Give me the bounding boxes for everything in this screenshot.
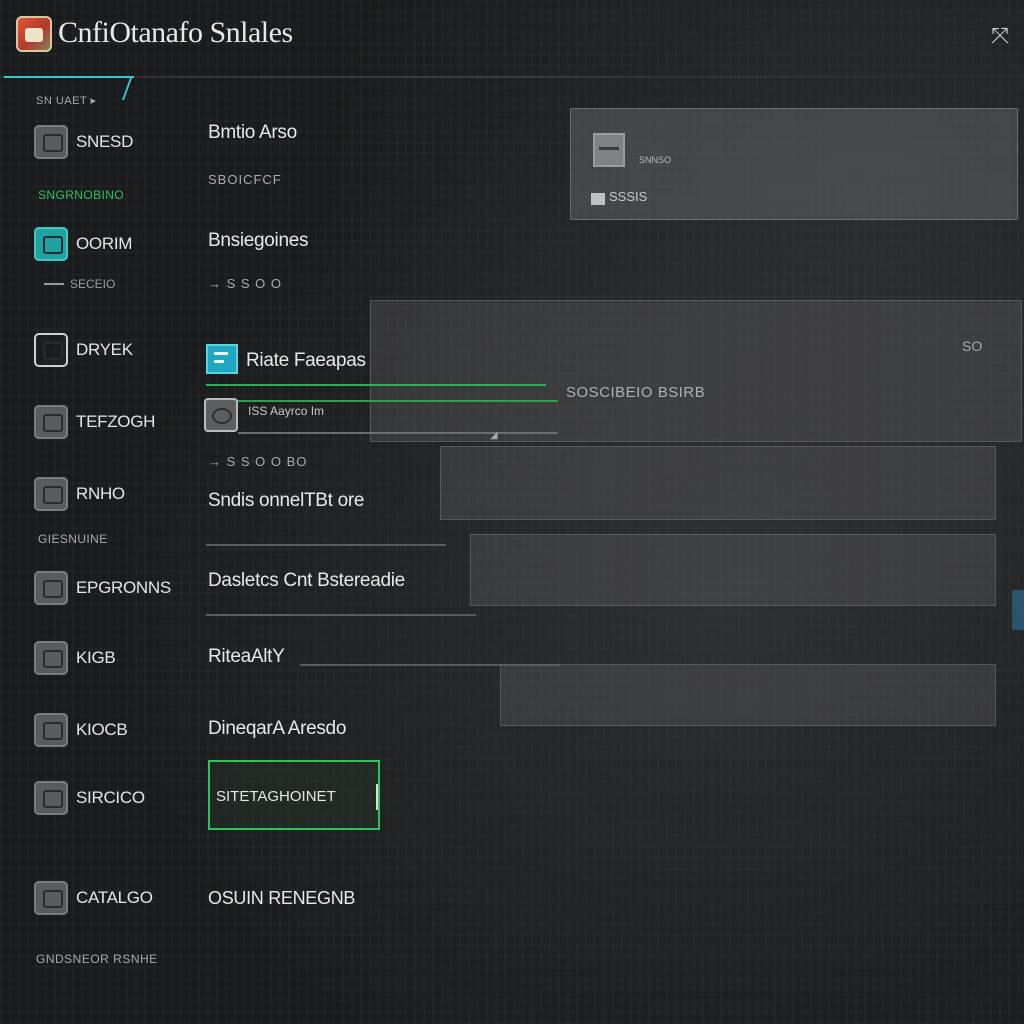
field-caret-icon: ◢ [490, 430, 498, 441]
tag-icon [34, 641, 68, 675]
background-panel [500, 664, 996, 726]
preview-card[interactable]: SNNSO SSSIS [570, 108, 1018, 220]
sidebar: SN UAET ▸ SNESD SNGRNOBINO OORIM SECEIO … [0, 80, 186, 1024]
sidebar-item-label: DRYEK [76, 340, 133, 359]
active-accent-line [4, 76, 134, 78]
corner-badge[interactable]: SO [962, 338, 982, 354]
sidebar-item-sircico[interactable]: SIRCICO [34, 778, 184, 818]
card-caption: SNNSO [639, 155, 672, 165]
sidebar-item-kigb[interactable]: KIGB [34, 638, 184, 678]
sidebar-item-label: EPGRONNS [76, 578, 171, 597]
box-icon [34, 477, 68, 511]
sidebar-item-label: SIRCICO [76, 788, 145, 807]
row-title[interactable]: Bnsiegoines [208, 230, 309, 252]
sidebar-subitem-label: SECEIO [70, 277, 116, 291]
sidebar-item-label: TEFZOGH [76, 412, 156, 431]
sidebar-header: SN UAET ▸ [36, 95, 97, 107]
row-subtitle: → S S O O BO [208, 454, 308, 469]
row-subtitle: SBOICFCF [208, 172, 282, 187]
sidebar-subitem[interactable]: SECEIO [44, 277, 115, 291]
divider [206, 544, 446, 546]
sidebar-item-snesd[interactable]: SNESD [34, 122, 184, 162]
sidebar-item-label: KIOCB [76, 720, 128, 739]
card-chip[interactable]: SSSIS [609, 189, 647, 204]
search-input-value: SITETAGHOINET [216, 788, 336, 805]
window-title: CnfiOtanafo Snlales [58, 16, 293, 49]
file-icon [591, 193, 605, 205]
row-title[interactable]: Bmtio Arso [208, 122, 297, 144]
sidebar-item-label: KIGB [76, 648, 116, 667]
sidebar-item-rnho[interactable]: RNHO [34, 474, 184, 514]
grid-icon [34, 405, 68, 439]
row-title-selected[interactable]: Riate Faeapas [246, 350, 366, 372]
dash-icon [44, 283, 64, 285]
background-panel [440, 446, 996, 520]
sidebar-section: GIESNUINE [38, 532, 108, 546]
sidebar-item-epgronns[interactable]: EPGRONNS [34, 568, 184, 608]
sidebar-item-catalgo[interactable]: CATALGO [34, 878, 184, 918]
close-icon[interactable]: ⤧ [986, 22, 1014, 50]
list-icon [34, 781, 68, 815]
sidebar-item-label: SNESD [76, 132, 134, 151]
app-logo-icon [16, 16, 52, 52]
sidebar-item-label: OORIM [76, 234, 133, 253]
row-subtitle: → S S O O [208, 276, 283, 291]
text-caret [376, 784, 378, 810]
row-title[interactable]: Sndis onnelTBt ore [208, 490, 365, 512]
row-title[interactable]: Dasletcs Cnt Bstereadie [208, 570, 405, 592]
square-icon [34, 713, 68, 747]
sidebar-item-tefzogh[interactable]: TEFZOGH [34, 402, 184, 442]
selection-underline [206, 384, 546, 386]
edit-icon[interactable] [204, 398, 238, 432]
sidebar-item-label: RNHO [76, 484, 125, 503]
scrollbar[interactable] [1012, 590, 1024, 630]
title-bar: CnfiOtanafo Snlales ⤧ [0, 0, 1024, 76]
gear-icon [34, 571, 68, 605]
sidebar-section-active: SNGRNOBINO [38, 188, 125, 202]
sidebar-item-label: CATALGO [76, 888, 153, 907]
row-title[interactable]: OSUIN RENEGNB [208, 888, 355, 909]
inline-field-value: ISS Aayrco Im [248, 404, 325, 418]
sidebar-footer: GNDSNEOR RSNHE [36, 952, 158, 966]
divider [300, 664, 560, 666]
catalog-icon [34, 881, 68, 915]
sidebar-item-kiocb[interactable]: KIOCB [34, 710, 184, 750]
row-title[interactable]: DineqarA Aresdo [208, 718, 346, 740]
row-title[interactable]: RiteaAltY [208, 646, 285, 668]
thumbnail-icon [593, 133, 625, 167]
sidebar-item-oorim[interactable]: OORIM [34, 224, 184, 264]
folder-icon [34, 333, 68, 367]
title-divider [0, 76, 1024, 78]
background-panel [470, 534, 996, 606]
sidebar-item-dryek[interactable]: DRYEK [34, 330, 184, 370]
active-item-icon [206, 344, 238, 374]
document-icon [34, 125, 68, 159]
teal-app-icon [34, 227, 68, 261]
divider [206, 614, 476, 616]
search-input[interactable]: SITETAGHOINET [208, 760, 380, 830]
info-text: SOSCIBEIO BSIRB [566, 384, 706, 401]
